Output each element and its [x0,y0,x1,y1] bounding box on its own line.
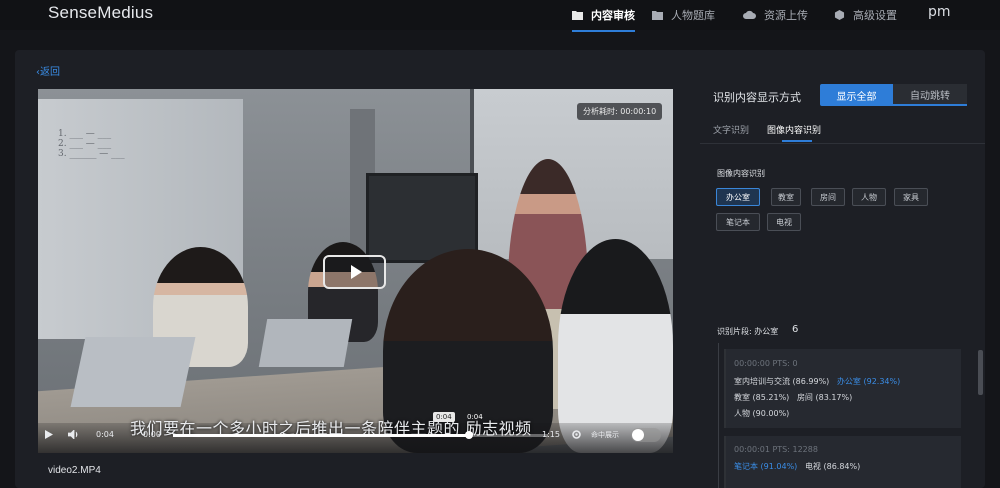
tag-result: 房间 (83.17%) [796,393,853,402]
play-overlay-button[interactable] [323,255,386,289]
nav-content-review[interactable]: 内容审核 [572,0,635,32]
tab-image-recognition[interactable]: 图像内容识别 [767,123,821,136]
divider [700,143,985,144]
tag-result-highlight: 办公室 (92.34%) [836,377,901,386]
clip-row: 室内培训与交流 (86.99%) 办公室 (92.34%) [734,376,900,387]
clip-card[interactable]: 00:00:00 PTS: 0 室内培训与交流 (86.99%) 办公室 (92… [724,349,961,428]
play-icon [350,265,362,279]
start-time: 0:00 [143,430,161,439]
nav-person-library[interactable]: 人物题库 [652,0,715,30]
active-tab-indicator [782,140,812,142]
user-name[interactable]: pm [928,4,951,20]
top-bar: SenseMedius 内容审核 人物题库 资源上传 高级设置 pm [0,0,1000,32]
current-time: 0:04 [96,430,114,439]
tag-result: 人物 (90.00%) [734,409,790,418]
image-recognition-label: 图像内容识别 [717,169,765,178]
whiteboard-writing: 1. ___ — ___ 2. ___ — ___ 3. ______ — ___ [58,129,125,159]
auto-jump-button[interactable]: 自动跳转 [893,84,967,106]
tag-result: 教室 (85.21%) [734,393,790,402]
display-mode-title: 识别内容显示方式 [713,91,801,104]
show-all-button[interactable]: 显示全部 [820,84,893,106]
clip-timeline-rail [718,343,719,488]
end-time: 1:15 [542,430,560,439]
laptop-middle [258,319,353,367]
back-link[interactable]: ‹返回 [36,63,60,78]
tag-result-highlight: 笔记本 (91.04%) [734,462,798,471]
tab-text-recognition[interactable]: 文字识别 [713,123,749,136]
tag-result: 室内培训与交流 (86.99%) [734,377,830,386]
progress-bar[interactable] [173,431,548,439]
clip-count: 6 [792,324,799,335]
scrollbar[interactable] [978,350,983,395]
nav-label: 资源上传 [764,9,808,22]
clip-label: 识别片段: 办公室 [717,327,779,336]
clip-card[interactable]: 00:00:01 PTS: 12288 笔记本 (91.04%) 电视 (86.… [724,436,961,488]
clip-row: 教室 (85.21%) 房间 (83.17%) [734,392,852,403]
nav-advanced-settings[interactable]: 高级设置 [834,0,897,30]
chip-person[interactable]: 人物 [852,188,886,206]
cloud-upload-icon [743,10,756,19]
progress-fill [173,434,470,437]
nav-label: 高级设置 [853,9,897,22]
person-right [558,239,673,453]
hit-display-toggle[interactable] [631,428,661,442]
clip-row: 人物 (90.00%) [734,408,789,419]
chip-notebook[interactable]: 笔记本 [716,213,760,231]
hover-time-tip: 0:04 [433,412,455,422]
gear-icon[interactable] [571,429,582,440]
folder-icon [572,11,583,20]
chip-classroom[interactable]: 教室 [771,188,801,206]
toggle-label: 命中展示 [591,431,619,439]
clip-time: 00:00:00 PTS: 0 [734,359,798,368]
laptop-left [70,337,196,407]
folder-icon [652,11,663,20]
nav-label: 人物题库 [671,9,715,22]
chip-office[interactable]: 办公室 [716,188,760,206]
clip-time: 00:00:01 PTS: 12288 [734,445,818,454]
app-logo: SenseMedius [48,3,154,22]
video-filename: video2.MP4 [48,465,101,476]
analysis-time-badge: 分析耗时: 00:00:10 [577,103,663,120]
chip-furniture[interactable]: 家具 [894,188,928,206]
nav-label: 内容审核 [591,9,635,22]
clip-row: 笔记本 (91.04%) 电视 (86.84%) [734,461,860,472]
chip-room[interactable]: 房间 [811,188,845,206]
video-player[interactable]: 1. ___ — ___ 2. ___ — ___ 3. ______ — ___ … [38,89,673,453]
chip-tv[interactable]: 电视 [767,213,801,231]
back-label: 返回 [40,67,60,78]
nav-resource-upload[interactable]: 资源上传 [743,0,808,30]
hover-time: 0:04 [467,413,483,421]
volume-icon[interactable] [68,430,79,439]
tag-result: 电视 (86.84%) [804,462,861,471]
hexagon-settings-icon [834,10,845,20]
play-icon[interactable] [45,430,53,439]
